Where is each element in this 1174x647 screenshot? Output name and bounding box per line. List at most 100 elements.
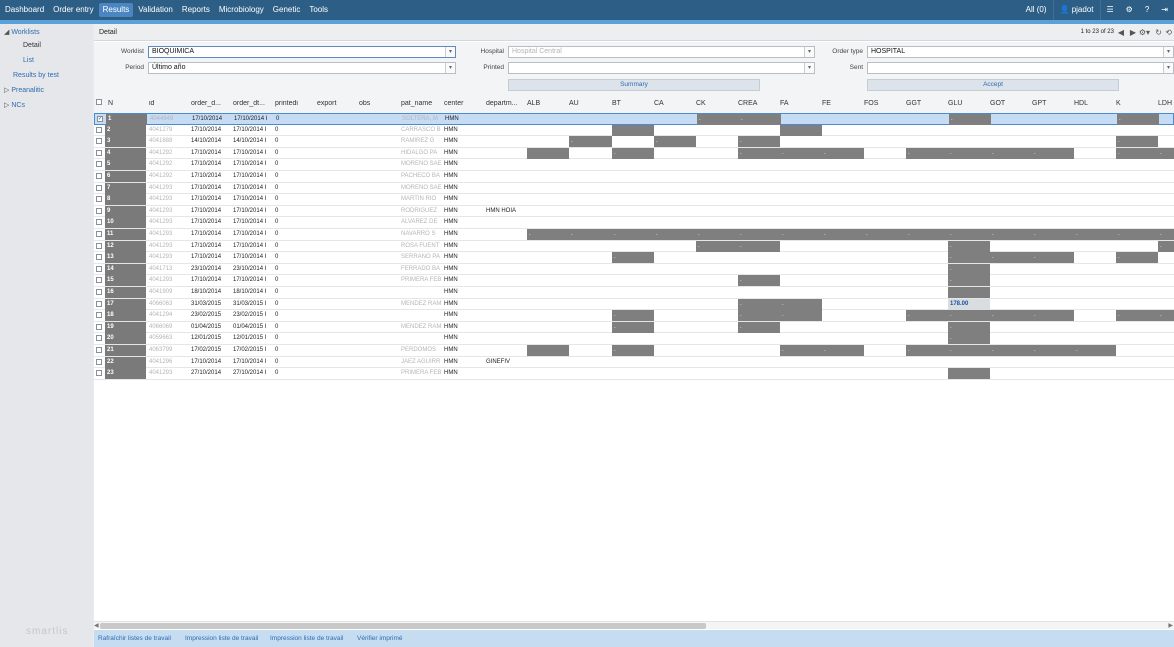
horizontal-scrollbar[interactable]: ◀ ▶ [94, 621, 1174, 629]
column-header[interactable]: BT [612, 100, 652, 107]
table-row[interactable]: 7 4041293 17/10/2014 17/10/2014 I 0 MORENO SA… [94, 182, 1174, 195]
result-cell[interactable]: . [1116, 229, 1158, 240]
sidebar-item-results-by-test[interactable]: Results by test [13, 72, 59, 79]
result-cell[interactable]: . [906, 310, 948, 322]
print-worklist-link[interactable]: Impression liste de travail [185, 635, 258, 642]
result-cell[interactable]: . [990, 229, 1032, 240]
result-cell[interactable]: . [696, 229, 738, 240]
printed-select[interactable]: ▾ [508, 62, 815, 74]
nav-item-validation[interactable]: Validation [134, 3, 177, 17]
result-cell[interactable]: . [738, 240, 780, 252]
row-checkbox[interactable] [96, 196, 102, 203]
result-cell[interactable]: . [569, 136, 612, 148]
row-checkbox[interactable] [96, 265, 102, 272]
result-cell[interactable]: . [822, 229, 864, 240]
nav-item-results[interactable]: Results [98, 3, 134, 17]
column-header[interactable]: FA [780, 100, 820, 107]
result-cell[interactable]: . [1032, 252, 1074, 264]
result-cell[interactable]: . [948, 310, 990, 322]
nav-item-tools[interactable]: Tools [305, 3, 332, 17]
settings-icon[interactable]: ⚙ [1120, 0, 1139, 20]
table-row[interactable]: 13 4041293 17/10/2014 17/10/2014 I 0 SERRANO … [94, 252, 1174, 264]
row-checkbox[interactable] [96, 126, 102, 133]
sidebar-item-detail[interactable]: Detail [23, 42, 41, 49]
row-checkbox[interactable] [96, 300, 102, 307]
table-row[interactable]: 20 4059663 12/01/2015 12/01/2015 I 0 HMN. [94, 333, 1174, 345]
check-printed-link[interactable]: Vérifier imprimé [357, 635, 403, 642]
column-header[interactable]: LDH [1158, 100, 1174, 107]
row-checkbox[interactable] [96, 289, 102, 295]
result-cell[interactable] [612, 124, 654, 136]
column-header[interactable]: N [108, 100, 147, 107]
result-cell[interactable]: . [780, 310, 822, 322]
help-icon[interactable]: ? [1139, 0, 1155, 20]
result-cell[interactable]: . [990, 345, 1032, 356]
result-cell[interactable]: . [654, 229, 696, 240]
result-cell[interactable]: . [738, 298, 780, 310]
result-cell[interactable]: . [780, 345, 822, 356]
result-cell[interactable]: . [990, 310, 1032, 322]
column-header[interactable]: AU [569, 100, 610, 107]
result-cell[interactable]: . [948, 263, 990, 275]
user-menu[interactable]: 👤 pjadot [1052, 0, 1100, 20]
row-checkbox[interactable] [96, 323, 102, 330]
table-row[interactable]: 2 4041279 17/10/2014 17/10/2014 I 0 CARRASCO … [94, 124, 1174, 137]
result-cell[interactable]: . [696, 240, 738, 252]
chevron-down-icon[interactable]: ▾ [1163, 63, 1173, 73]
result-cell[interactable]: . [1117, 114, 1159, 125]
result-cell[interactable]: . [1074, 345, 1116, 356]
result-cell[interactable]: . [948, 321, 990, 333]
result-cell[interactable]: . [1116, 252, 1158, 264]
row-checkbox[interactable] [96, 277, 102, 284]
scroll-left-icon[interactable]: ◀ [94, 622, 99, 629]
row-checkbox[interactable] [96, 358, 102, 365]
result-cell[interactable]: . [822, 345, 864, 356]
result-cell[interactable]: . [738, 310, 780, 322]
result-cell[interactable]: . [738, 275, 780, 287]
result-cell[interactable]: . [948, 229, 990, 240]
logout-icon[interactable]: ⇥ [1155, 0, 1174, 20]
row-checkbox[interactable] [96, 207, 102, 214]
result-cell[interactable]: . [1074, 229, 1116, 240]
next-page-icon[interactable]: ▶ [1130, 28, 1136, 37]
row-checkbox[interactable] [96, 370, 102, 377]
result-cell[interactable] [527, 345, 569, 356]
result-cell[interactable]: . [949, 114, 991, 125]
result-cell[interactable] [948, 368, 990, 380]
row-checkbox[interactable] [96, 161, 102, 168]
column-header[interactable]: order_d... [191, 100, 231, 107]
table-row[interactable]: 18 4041294 23/02/2015 23/02/2015 I 0 HMN.....… [94, 310, 1174, 322]
all-notifications-link[interactable]: All (0) [1020, 0, 1053, 20]
table-row[interactable]: 4 4041292 17/10/2014 17/10/2014 I 0 HIDALGO P… [94, 147, 1174, 160]
period-select[interactable]: Último año ▾ [148, 62, 456, 74]
result-cell[interactable]: 178.00 [948, 298, 990, 310]
order-type-select[interactable]: HOSPITAL ▾ [867, 46, 1174, 58]
column-header[interactable]: FOS [864, 100, 904, 107]
chevron-down-icon[interactable]: ▾ [804, 63, 814, 73]
nav-item-microbiology[interactable]: Microbiology [215, 3, 268, 17]
select-all-checkbox[interactable] [96, 99, 102, 105]
result-cell[interactable]: . [948, 345, 990, 356]
result-cell[interactable] [780, 124, 822, 136]
result-cell[interactable]: . [1158, 310, 1174, 322]
column-header[interactable]: K [1116, 100, 1156, 107]
result-cell[interactable]: . [906, 147, 948, 159]
row-checkbox[interactable] [96, 149, 102, 156]
result-cell[interactable] [527, 147, 569, 159]
column-header[interactable]: obs [359, 100, 399, 107]
result-cell[interactable]: . [780, 298, 822, 310]
list-icon[interactable]: ☰ [1099, 0, 1120, 20]
result-cell[interactable]: . [822, 147, 864, 159]
accept-button[interactable]: Accept [867, 79, 1119, 91]
column-header[interactable]: id [149, 100, 189, 107]
result-cell[interactable]: . [1158, 229, 1174, 240]
table-row[interactable]: 15 4041293 17/10/2014 17/10/2014 I 0 PRIMERA … [94, 275, 1174, 287]
column-header[interactable]: GLU [948, 100, 988, 107]
result-cell[interactable] [948, 287, 990, 298]
result-cell[interactable]: . [948, 240, 990, 252]
result-cell[interactable]: . [1032, 345, 1074, 356]
reset-icon[interactable]: ⟲ [1165, 28, 1172, 37]
table-row[interactable]: 21 4063799 17/02/2015 17/02/2015 I 0 PERDOMOS… [94, 345, 1174, 357]
result-cell[interactable]: . [612, 147, 654, 159]
row-checkbox[interactable] [96, 347, 102, 353]
